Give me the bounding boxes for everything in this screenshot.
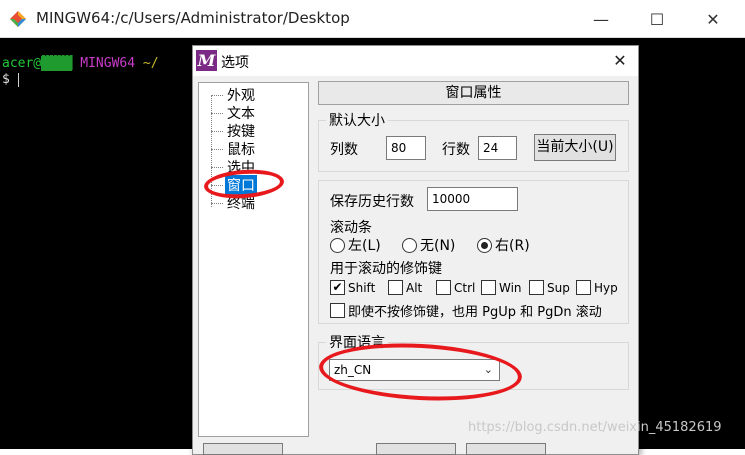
checkbox-ctrl[interactable]: Ctrl (436, 280, 475, 295)
tree-item-selection[interactable]: 选中 (211, 158, 257, 176)
prompt-hostname-redacted: ▓▓▓▓ (41, 56, 73, 71)
tree-item-label: 按键 (227, 124, 255, 140)
checkbox-box (481, 280, 496, 295)
close-button[interactable]: ✕ (685, 0, 741, 38)
scroll-modifier-label: 用于滚动的修饰键 (330, 261, 442, 277)
checkbox-label: 即使不按修饰键，也用 PgUp 和 PgDn 滚动 (348, 305, 602, 320)
tree-item-label: 文本 (227, 106, 255, 122)
checkbox-box (388, 280, 403, 295)
window-properties-header: 窗口属性 (318, 81, 629, 105)
maximize-button[interactable]: ☐ (629, 0, 685, 38)
tree-item-label: 终端 (227, 196, 255, 212)
maximize-icon: ☐ (649, 9, 665, 29)
language-select-value: zh_CN (334, 363, 372, 377)
tree-item-keys[interactable]: 按键 (211, 122, 257, 140)
rows-label: 行数 (442, 142, 470, 158)
language-select[interactable]: zh_CN ⌄ (329, 359, 500, 381)
tree-item-terminal[interactable]: 终端 (211, 194, 257, 212)
radio-label: 左(L) (348, 238, 381, 254)
checkbox-label: Win (499, 280, 522, 295)
checkbox-sup[interactable]: Sup (529, 280, 570, 295)
radio-scrollbar-left[interactable]: 左(L) (330, 235, 381, 255)
history-label: 保存历史行数 (330, 194, 414, 210)
options-category-tree[interactable]: 外观 文本 按键 鼠标 选中 窗口 终端 (198, 82, 309, 437)
checkbox-label: Ctrl (454, 280, 476, 295)
checkbox-box (436, 280, 451, 295)
tree-item-window[interactable]: 窗口 (211, 175, 257, 195)
current-size-button[interactable]: 当前大小(U) (534, 134, 616, 161)
bottom-button-left[interactable] (203, 443, 283, 455)
checkbox-label: Hyp (594, 280, 618, 295)
prompt-path: ~/ (142, 56, 159, 71)
prompt-user: acer@ (2, 56, 42, 71)
watermark: https://blog.csdn.net/weixin_45182619 (468, 420, 722, 435)
language-label: 界面语言 (326, 332, 388, 352)
prompt-mingw: MINGW64 (80, 56, 136, 71)
checkbox-box (529, 280, 544, 295)
rows-input[interactable]: 24 (478, 136, 517, 160)
checkbox-box (330, 303, 345, 318)
checkbox-label: Alt (406, 280, 423, 295)
radio-scrollbar-none[interactable]: 无(N) (402, 235, 455, 255)
cols-label: 列数 (330, 142, 358, 158)
cols-input[interactable]: 80 (386, 136, 426, 160)
tree-item-label: 鼠标 (227, 142, 255, 158)
tree-item-appearance[interactable]: 外观 (211, 86, 257, 104)
checkbox-alt[interactable]: Alt (388, 280, 422, 295)
tree-item-mouse[interactable]: 鼠标 (211, 140, 257, 158)
tree-item-label: 选中 (227, 160, 255, 176)
bottom-button-ok[interactable] (376, 443, 456, 455)
bottom-button-cancel[interactable] (466, 443, 546, 455)
dialog-title: 选项 (221, 55, 249, 71)
git-logo-icon (10, 11, 26, 27)
mintty-logo-icon: M (196, 50, 217, 71)
radio-scrollbar-right[interactable]: 右(R) (477, 235, 530, 255)
checkbox-label: Sup (547, 280, 570, 295)
check-icon: ✔ (330, 280, 345, 295)
radio-circle (402, 237, 417, 253)
checkbox-win[interactable]: Win (481, 280, 522, 295)
terminal-cursor (18, 73, 19, 87)
tree-item-text[interactable]: 文本 (211, 104, 257, 122)
radio-label: 右(R) (495, 238, 530, 254)
minimize-icon: — (593, 9, 609, 29)
checkbox-hyp[interactable]: Hyp (576, 280, 618, 295)
terminal-titlebar[interactable]: MINGW64:/c/Users/Administrator/Desktop —… (0, 0, 745, 38)
tree-item-label: 窗口 (225, 175, 257, 195)
dialog-titlebar[interactable]: M 选项 ✕ (193, 46, 638, 76)
checkbox-shift[interactable]: ✔ Shift (330, 280, 375, 295)
history-lines-input[interactable]: 10000 (427, 187, 518, 211)
radio-circle (330, 237, 345, 253)
minimize-button[interactable]: — (573, 0, 629, 38)
tree-item-label: 外观 (227, 88, 255, 104)
terminal-prompt-line: acer@▓▓▓▓ MINGW64 ~/ (2, 56, 159, 71)
chevron-down-icon: ⌄ (483, 363, 493, 376)
default-size-label: 默认大小 (326, 110, 388, 130)
radio-label: 无(N) (420, 238, 456, 254)
close-icon: ✕ (706, 9, 720, 29)
checkbox-pgup-pgdn[interactable]: 即使不按修饰键，也用 PgUp 和 PgDn 滚动 (330, 301, 602, 320)
checkbox-label: Shift (348, 280, 376, 295)
scrollbar-label: 滚动条 (330, 220, 372, 236)
terminal-dollar: $ (2, 72, 10, 87)
radio-circle-selected (477, 237, 492, 253)
checkbox-box (576, 280, 591, 295)
terminal-title: MINGW64:/c/Users/Administrator/Desktop (36, 9, 350, 27)
dialog-close-icon[interactable]: ✕ (609, 50, 631, 72)
